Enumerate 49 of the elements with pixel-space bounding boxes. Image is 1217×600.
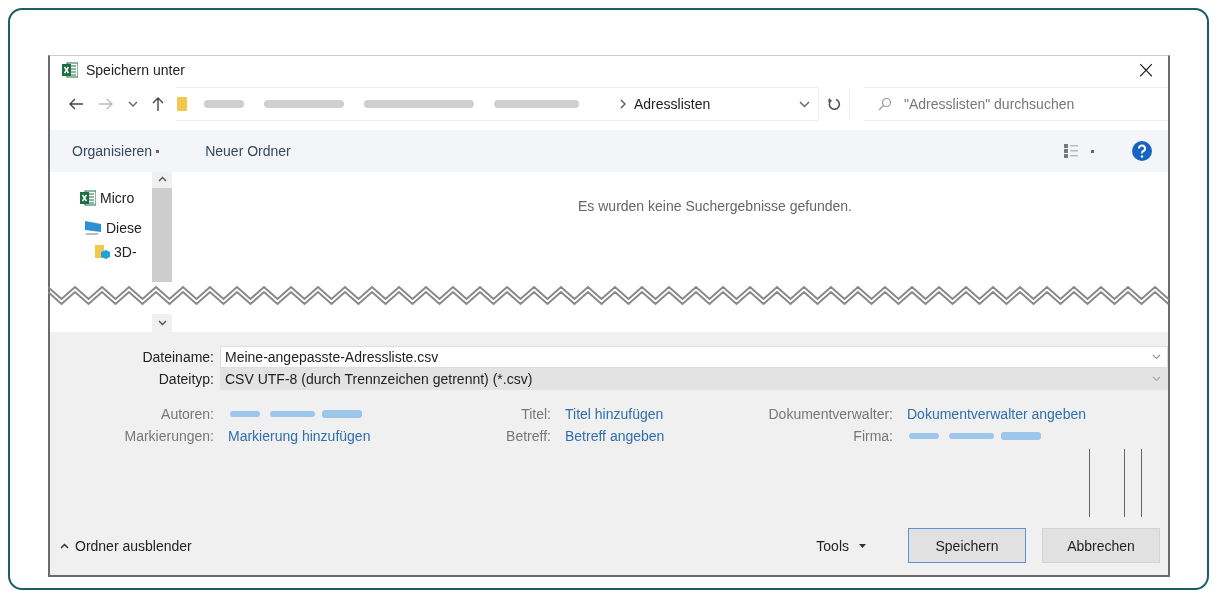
chevron-up-icon bbox=[60, 542, 69, 549]
help-icon[interactable] bbox=[1132, 141, 1152, 161]
refresh-button[interactable] bbox=[818, 88, 850, 120]
chevron-right-icon bbox=[620, 99, 626, 109]
address-bar[interactable]: Adresslisten bbox=[176, 87, 818, 121]
field-label: Dateiname: bbox=[142, 348, 215, 367]
hide-folders-toggle[interactable]: Ordner ausblender bbox=[60, 537, 192, 554]
chevron-down-icon[interactable] bbox=[1152, 354, 1161, 360]
metadata-label: Titel: bbox=[521, 406, 552, 422]
metadata-link[interactable]: Titel hinzufügen bbox=[565, 406, 664, 422]
empty-message: Es wurden keine Suchergebnisse gefunden. bbox=[578, 198, 852, 216]
cancel-button[interactable]: Abbrechen bbox=[1042, 528, 1160, 563]
file-type-dropdown[interactable]: CSV UTF-8 (durch Trennzeichen getrennt) (*.csv) bbox=[220, 368, 1168, 390]
field-label: Dateityp: bbox=[158, 370, 215, 389]
scroll-up-icon[interactable] bbox=[157, 176, 167, 182]
scroll-down-button[interactable] bbox=[152, 314, 172, 332]
metadata-label: Markierungen: bbox=[124, 428, 215, 444]
computer-icon bbox=[84, 220, 102, 236]
caret-icon[interactable] bbox=[859, 543, 866, 548]
back-arrow-icon[interactable] bbox=[68, 98, 84, 110]
current-folder-label[interactable]: Adresslisten bbox=[634, 96, 711, 112]
metadata-label: Autoren: bbox=[161, 406, 215, 422]
chevron-down-icon[interactable] bbox=[128, 101, 138, 107]
spreadsheet-app-icon bbox=[62, 62, 78, 78]
folder-icon bbox=[94, 244, 110, 260]
sidebar-item[interactable]: 3D- bbox=[114, 244, 137, 260]
up-arrow-icon[interactable] bbox=[152, 96, 164, 112]
metadata-label: Dokumentverwalter: bbox=[768, 406, 894, 422]
spreadsheet-app-icon bbox=[80, 190, 96, 206]
filename-field[interactable]: Meine-angepasste-Adressliste.csv bbox=[220, 346, 1168, 368]
metadata-link[interactable]: Markierung hinzufügen bbox=[228, 428, 371, 444]
close-button[interactable]: × bbox=[1131, 56, 1160, 84]
refresh-icon bbox=[827, 97, 841, 111]
save-button[interactable]: Speichern bbox=[908, 528, 1026, 563]
sidebar-item[interactable]: Micro bbox=[100, 190, 135, 206]
sidebar-item[interactable]: Diese bbox=[106, 220, 142, 236]
folder-icon bbox=[176, 96, 188, 112]
view-list-icon[interactable] bbox=[1063, 143, 1079, 159]
organize-menu[interactable]: Organisieren bbox=[72, 143, 153, 159]
tools-menu[interactable]: Tools bbox=[816, 537, 849, 554]
new-folder-button[interactable]: Neuer Ordner bbox=[205, 143, 291, 159]
metadata-label: Betreff: bbox=[506, 428, 552, 444]
chevron-down-icon[interactable] bbox=[799, 100, 810, 108]
window-title: Speichern unter bbox=[86, 62, 185, 78]
metadata-link[interactable]: Betreff angeben bbox=[565, 428, 665, 444]
scroll-down-icon bbox=[157, 320, 167, 326]
search-icon bbox=[878, 97, 892, 111]
metadata-link[interactable]: Dokumentverwalter angeben bbox=[907, 406, 1086, 422]
metadata-label: Firma: bbox=[853, 428, 894, 444]
